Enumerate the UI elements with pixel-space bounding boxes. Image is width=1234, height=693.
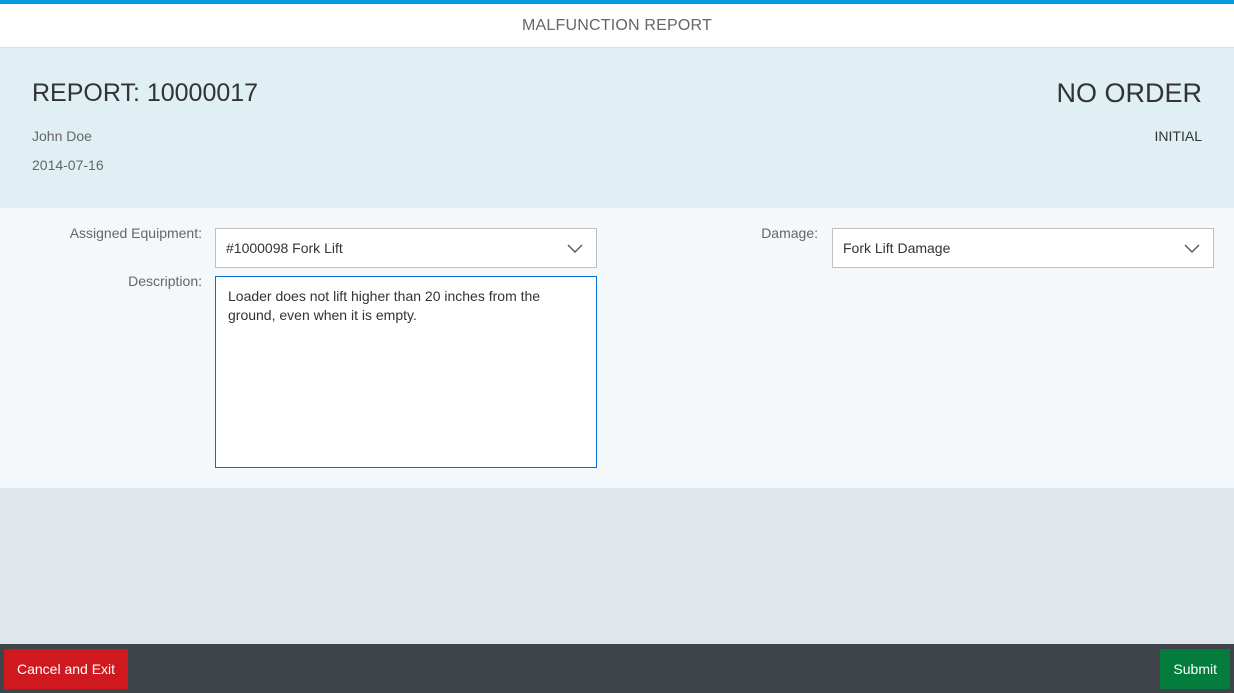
submit-button[interactable]: Submit: [1160, 649, 1230, 689]
description-label: Description:: [128, 273, 202, 289]
report-form: Assigned Equipment: #1000098 Fork Lift D…: [0, 208, 1234, 488]
equipment-label: Assigned Equipment:: [69, 225, 202, 241]
page-title: MALFUNCTION REPORT: [522, 16, 712, 34]
report-header: REPORT: 10000017 John Doe 2014-07-16 NO …: [0, 48, 1234, 208]
equipment-value: #1000098 Fork Lift: [226, 240, 343, 256]
chevron-down-icon: [1184, 244, 1200, 253]
footer-toolbar: Cancel and Exit Submit: [0, 644, 1234, 693]
report-date: 2014-07-16: [32, 157, 104, 173]
equipment-select[interactable]: #1000098 Fork Lift: [215, 228, 597, 268]
damage-value: Fork Lift Damage: [843, 240, 951, 256]
order-status: NO ORDER: [1056, 78, 1202, 108]
cancel-and-exit-button[interactable]: Cancel and Exit: [4, 649, 129, 689]
damage-select[interactable]: Fork Lift Damage: [832, 228, 1214, 268]
report-state: INITIAL: [1154, 128, 1202, 144]
damage-label: Damage:: [761, 225, 818, 241]
report-id: REPORT: 10000017: [32, 79, 259, 107]
description-field[interactable]: Loader does not lift higher than 20 inch…: [215, 276, 597, 468]
report-owner: John Doe: [32, 128, 92, 144]
title-bar: MALFUNCTION REPORT: [0, 4, 1234, 48]
chevron-down-icon: [567, 244, 583, 253]
